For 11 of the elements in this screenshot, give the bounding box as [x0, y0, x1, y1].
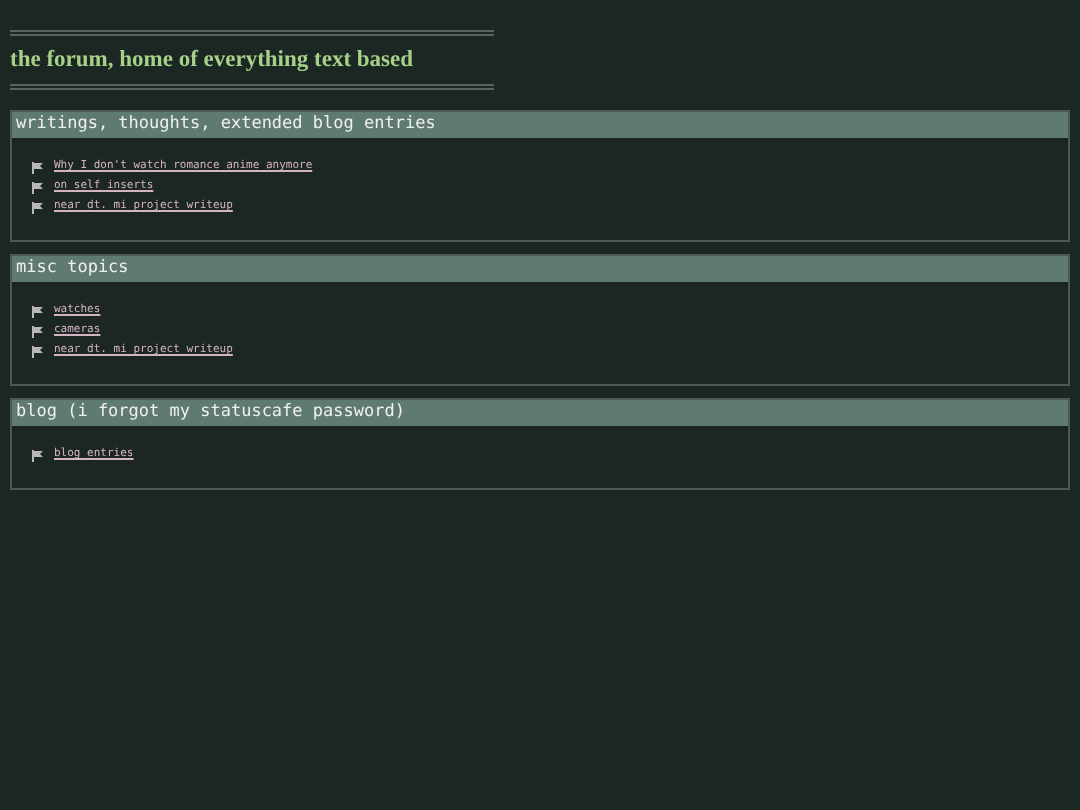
flag-icon [32, 325, 44, 337]
section-heading: misc topics [12, 256, 1068, 282]
flag-icon [32, 449, 44, 461]
flag-icon [32, 201, 44, 213]
flag-icon [32, 345, 44, 357]
section-heading: blog (i forgot my statuscafe password) [12, 400, 1068, 426]
flag-icon [32, 161, 44, 173]
section-heading: writings, thoughts, extended blog entries [12, 112, 1068, 138]
flag-icon [32, 305, 44, 317]
flag-icon [32, 181, 44, 193]
page-title: the forum, home of everything text based [10, 46, 416, 74]
